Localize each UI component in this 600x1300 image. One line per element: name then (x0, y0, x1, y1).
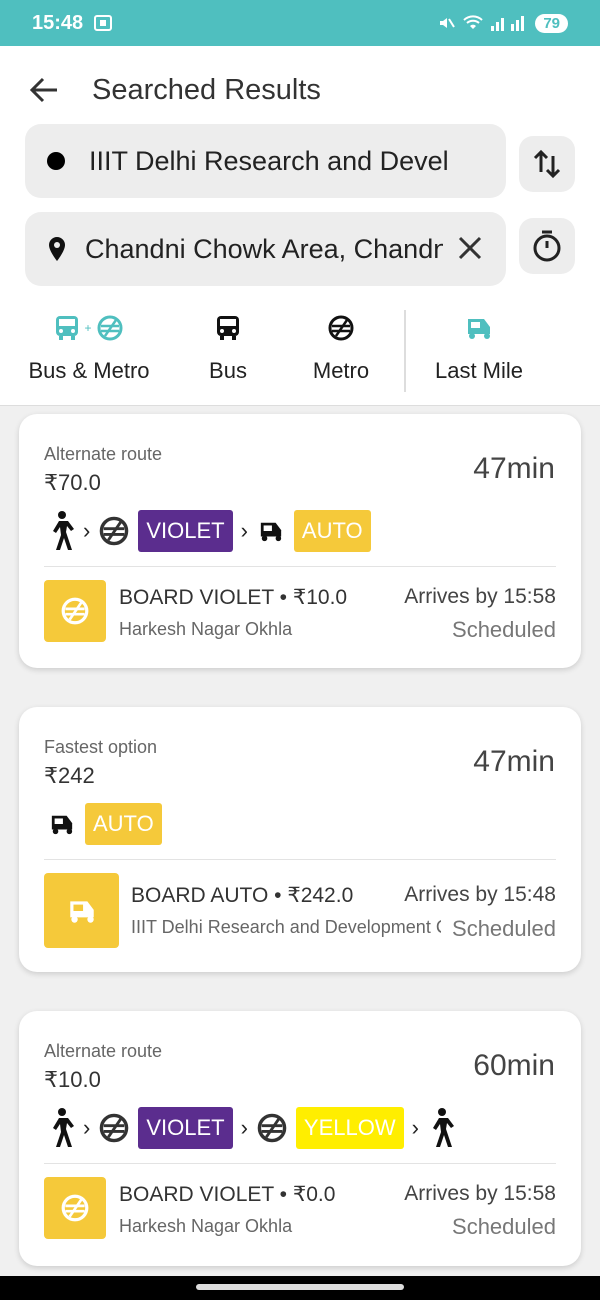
chevron-right-icon: › (83, 518, 91, 543)
route-type: Fastest option (44, 737, 158, 757)
route-card[interactable]: Alternate route ₹70.0 47min › VIOLET › A… (19, 414, 581, 668)
chevron-right-icon: › (83, 1115, 91, 1140)
board-info: BOARD VIOLET • ₹10.0 (119, 586, 348, 609)
chevron-right-icon: › (240, 1115, 248, 1140)
origin-field[interactable]: IIIT Delhi Research and Development Cent… (25, 124, 506, 198)
origin-dot-icon (47, 152, 65, 170)
chevron-right-icon: › (411, 1115, 419, 1140)
timer-button[interactable] (519, 218, 575, 274)
arrival-time: Arrives by 15:58 (404, 585, 556, 608)
page-title: Searched Results (92, 73, 321, 106)
auto-rickshaw-icon (51, 815, 73, 835)
wifi-icon (463, 15, 484, 29)
divider (44, 1163, 556, 1164)
signal-icon (491, 16, 525, 31)
stop-name: Harkesh Nagar Okhla (119, 619, 293, 639)
arrival-time: Arrives by 15:48 (404, 883, 556, 906)
tab-label: Metro (312, 358, 370, 383)
route-steps: › VIOLET › YELLOW › (47, 1107, 455, 1149)
auto-rickshaw-icon (464, 310, 494, 346)
tab-label: Last Mile (434, 358, 524, 383)
route-card[interactable]: Fastest option ₹242 47min AUTO BOARD AUT… (19, 707, 581, 972)
route-duration: 60min (473, 1049, 555, 1082)
yellow-line-pill: YELLOW (295, 1107, 404, 1149)
stopwatch-icon (533, 230, 561, 262)
walk-icon (53, 1108, 74, 1147)
violet-line-pill: VIOLET (138, 1107, 233, 1149)
metro-icon (100, 1113, 129, 1143)
walk-icon (53, 511, 74, 550)
tab-divider (404, 310, 406, 392)
metro-icon (327, 310, 355, 346)
status-bar: 15:48 79 (0, 0, 600, 46)
schedule-status: Scheduled (452, 617, 556, 642)
bus-icon (215, 310, 241, 346)
destination-input[interactable]: Chandni Chowk Area, Chandni Chowk (85, 234, 443, 265)
divider (44, 859, 556, 860)
destination-field[interactable]: Chandni Chowk Area, Chandni Chowk (25, 212, 506, 286)
divider (44, 566, 556, 567)
metro-leg-icon (44, 580, 106, 642)
screenshot-icon (94, 15, 113, 31)
route-price: ₹70.0 (44, 470, 101, 495)
schedule-status: Scheduled (452, 916, 556, 941)
header: Searched Results (26, 70, 321, 110)
stop-name: IIIT Delhi Research and Development Cent… (131, 917, 441, 937)
bus-metro-icon: + (54, 310, 123, 346)
auto-leg-icon (44, 873, 119, 948)
route-type: Alternate route (44, 444, 163, 464)
route-steps: › VIOLET › AUTO (47, 510, 371, 552)
tab-bus[interactable]: Bus (195, 310, 261, 384)
battery-indicator: 79 (535, 13, 568, 33)
status-time: 15:48 (32, 11, 84, 34)
metro-icon (100, 516, 129, 546)
route-duration: 47min (473, 452, 555, 485)
chevron-right-icon: › (240, 518, 248, 543)
tab-bus-metro[interactable]: + Bus & Metro (25, 310, 153, 384)
route-card[interactable]: Alternate route ₹10.0 60min › VIOLET › Y… (19, 1011, 581, 1266)
location-pin-icon (49, 237, 65, 261)
home-gesture-handle[interactable] (196, 1284, 404, 1290)
stop-name: Harkesh Nagar Okhla (119, 1216, 293, 1236)
clear-destination-button[interactable] (456, 234, 484, 267)
route-price: ₹10.0 (44, 1067, 101, 1092)
arrow-left-icon (29, 77, 57, 103)
metro-icon (257, 1113, 287, 1143)
close-icon (458, 236, 482, 260)
walk-icon (432, 1108, 454, 1147)
arrival-time: Arrives by 15:58 (404, 1182, 556, 1205)
metro-leg-icon (44, 1177, 106, 1239)
auto-pill: AUTO (293, 510, 371, 552)
route-steps: AUTO (47, 803, 162, 845)
tab-metro[interactable]: Metro (305, 310, 377, 384)
route-type: Alternate route (44, 1041, 163, 1061)
board-info: BOARD AUTO • ₹242.0 (131, 884, 354, 907)
violet-line-pill: VIOLET (138, 510, 233, 552)
origin-input[interactable]: IIIT Delhi Research and Development Cent… (89, 146, 449, 177)
schedule-status: Scheduled (452, 1214, 556, 1239)
route-price: ₹242 (44, 763, 95, 788)
swap-button[interactable] (519, 136, 575, 192)
mute-icon (440, 18, 456, 28)
tab-last-mile[interactable]: Last Mile (430, 310, 528, 384)
board-info: BOARD VIOLET • ₹0.0 (119, 1183, 336, 1206)
back-button[interactable] (26, 70, 62, 110)
search-panel: Searched Results IIIT Delhi Research and… (0, 46, 600, 406)
route-duration: 47min (473, 745, 555, 778)
tab-label: Bus (209, 358, 247, 383)
swap-icon (533, 149, 561, 179)
tab-label: Bus & Metro (28, 358, 150, 383)
auto-pill: AUTO (85, 803, 162, 845)
mode-tabs: + Bus & Metro Bus Metro Last Mile (0, 310, 600, 396)
auto-rickshaw-icon (260, 522, 282, 542)
system-nav-bar (0, 1276, 600, 1300)
